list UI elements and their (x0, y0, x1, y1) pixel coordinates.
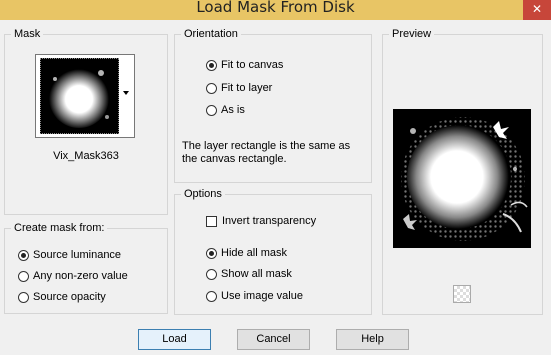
radio-hide-all-mask[interactable]: Hide all mask (206, 245, 287, 261)
dropdown-arrow-icon[interactable] (123, 91, 129, 95)
radio-show-all-mask[interactable]: Show all mask (206, 266, 292, 282)
title-bar: Load Mask From Disk ✕ (0, 0, 551, 20)
close-icon: ✕ (531, 2, 543, 16)
cancel-button[interactable]: Cancel (237, 329, 310, 350)
invert-transparency-checkbox[interactable]: Invert transparency (206, 213, 316, 229)
radio-label: Fit to canvas (221, 59, 284, 71)
radio-label: Fit to layer (221, 82, 273, 94)
checkbox-label: Invert transparency (222, 215, 317, 227)
radio-use-image-value[interactable]: Use image value (206, 288, 303, 304)
radio-source-luminance[interactable]: Source luminance (18, 247, 121, 263)
create-mask-from-label: Create mask from: (11, 221, 108, 235)
radio-as-is[interactable]: As is (206, 102, 245, 118)
radio-dot (18, 270, 29, 282)
mask-selector[interactable] (35, 54, 135, 138)
radio-label: As is (221, 104, 245, 116)
radio-label: Use image value (221, 290, 303, 302)
radio-dot (206, 82, 217, 94)
radio-dot (206, 268, 217, 280)
radio-label: Any non-zero value (33, 270, 128, 282)
orientation-label: Orientation (181, 27, 241, 41)
radio-label: Source opacity (33, 291, 106, 303)
mask-group-label: Mask (11, 27, 44, 41)
help-button[interactable]: Help (336, 329, 409, 350)
radio-label: Source luminance (33, 249, 122, 261)
load-button[interactable]: Load (138, 329, 211, 350)
radio-fit-to-canvas[interactable]: Fit to canvas (206, 57, 283, 73)
radio-dot (206, 247, 217, 259)
preview-image (393, 109, 531, 248)
window-title: Load Mask From Disk (196, 0, 355, 16)
radio-dot (206, 290, 217, 302)
transparency-icon[interactable] (453, 285, 471, 303)
radio-dot (206, 59, 217, 71)
radio-fit-to-layer[interactable]: Fit to layer (206, 80, 272, 96)
radio-dot (206, 104, 217, 116)
preview-mask-image (393, 109, 531, 248)
preview-label: Preview (389, 27, 435, 41)
checkbox-box (206, 215, 217, 227)
mask-thumbnail (40, 58, 119, 134)
radio-source-opacity[interactable]: Source opacity (18, 289, 106, 305)
radio-any-non-zero[interactable]: Any non-zero value (18, 268, 128, 284)
options-label: Options (181, 187, 225, 201)
radio-label: Hide all mask (221, 247, 288, 259)
radio-dot (18, 249, 29, 261)
close-button[interactable]: ✕ (523, 0, 551, 20)
radio-dot (18, 291, 29, 303)
mask-thumbnail-image (41, 59, 118, 133)
orientation-info: The layer rectangle is the same as the c… (182, 140, 351, 165)
radio-label: Show all mask (221, 268, 292, 280)
mask-name: Vix_Mask363 (53, 150, 119, 162)
